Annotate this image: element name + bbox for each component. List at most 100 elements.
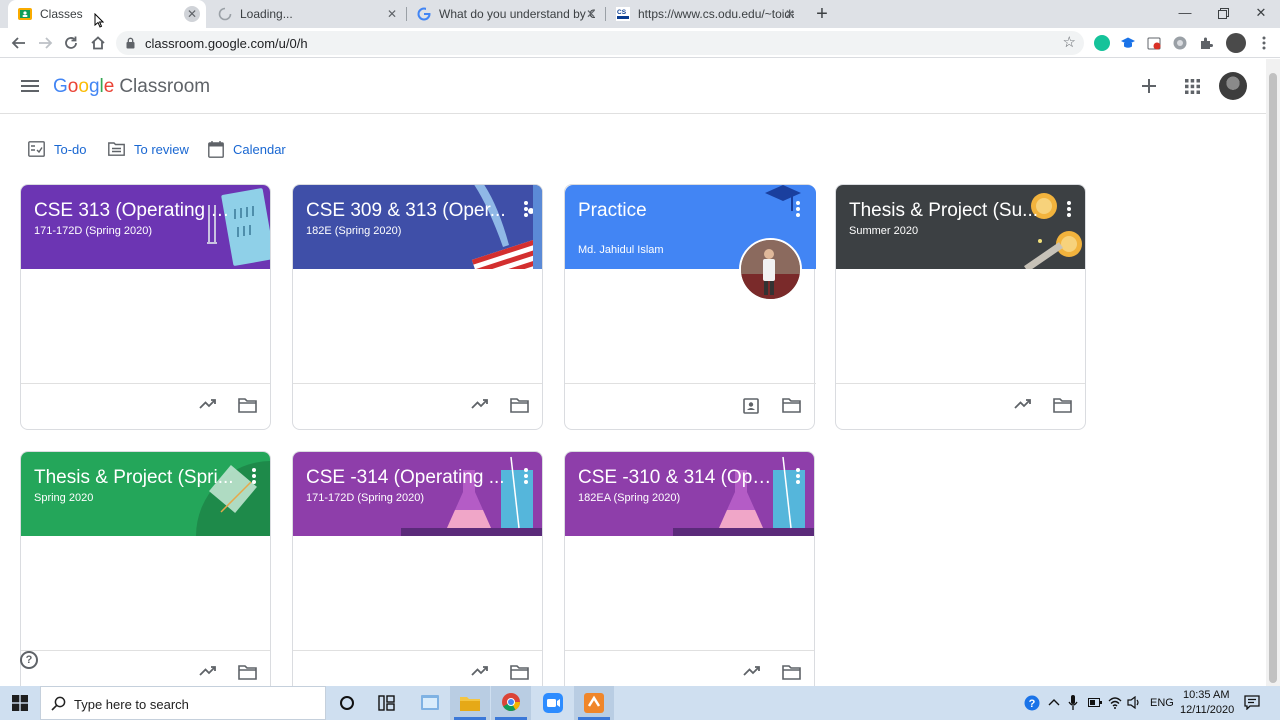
close-window-button[interactable]: ✕: [1242, 0, 1280, 28]
help-question-icon[interactable]: ?: [20, 651, 38, 669]
class-name[interactable]: Thesis & Project (Spri...: [34, 466, 234, 490]
reload-icon[interactable]: [60, 32, 82, 54]
restore-icon: [1217, 8, 1229, 19]
cortana-circle-icon[interactable]: [327, 686, 367, 720]
bookmark-star-icon[interactable]: ☆: [1063, 35, 1076, 51]
notification-center-icon[interactable]: [1244, 695, 1260, 710]
class-options-menu-icon[interactable]: [524, 468, 528, 484]
back-arrow-icon[interactable]: [8, 32, 30, 54]
class-card-banner[interactable]: Thesis & Project (Spri... Spring 2020: [21, 452, 270, 536]
app-window-icon[interactable]: [410, 686, 450, 720]
volume-icon[interactable]: [1127, 696, 1141, 709]
wifi-icon[interactable]: [1108, 696, 1122, 709]
gradebook-trending-icon[interactable]: [743, 665, 761, 677]
class-drive-folder-icon[interactable]: [238, 398, 257, 413]
class-name[interactable]: CSE 309 & 313 (Oper...: [306, 199, 506, 223]
restore-window-button[interactable]: [1204, 0, 1242, 28]
microphone-icon[interactable]: [1068, 695, 1078, 711]
clock-date[interactable]: 12/11/2020: [1180, 704, 1234, 716]
class-options-menu-icon[interactable]: [252, 468, 256, 484]
page-scrollbar[interactable]: [1266, 59, 1280, 686]
class-drive-folder-icon[interactable]: [782, 398, 801, 413]
close-tab-icon[interactable]: ✕: [782, 6, 798, 22]
gradebook-trending-icon[interactable]: [471, 398, 489, 410]
class-card[interactable]: Practice Md. Jahidul Islam: [564, 184, 816, 430]
orange-app-icon[interactable]: [574, 686, 614, 720]
close-tab-icon[interactable]: ✕: [583, 6, 599, 22]
gradebook-trending-icon[interactable]: [471, 665, 489, 677]
file-explorer-icon[interactable]: [450, 686, 490, 720]
gradebook-trending-icon[interactable]: [199, 398, 217, 410]
extensions-puzzle-icon[interactable]: [1198, 35, 1214, 51]
profile-avatar[interactable]: [1226, 33, 1246, 53]
class-drive-folder-icon[interactable]: [1053, 398, 1072, 413]
chrome-browser-icon[interactable]: [491, 686, 531, 720]
class-name[interactable]: CSE -310 & 314 (Oper...: [578, 466, 778, 490]
class-options-menu-icon[interactable]: [524, 201, 528, 217]
language-indicator[interactable]: ENG: [1150, 697, 1174, 709]
taskbar-search-placeholder: Type here to search: [74, 697, 189, 712]
zoom-app-icon[interactable]: [533, 686, 573, 720]
class-section: Summer 2020: [849, 225, 919, 237]
windows-start-icon[interactable]: [12, 695, 28, 711]
forward-arrow-icon[interactable]: [34, 32, 56, 54]
class-name[interactable]: Thesis & Project (Su...: [849, 199, 1049, 223]
address-bar[interactable]: classroom.google.com/u/0/h ☆: [116, 31, 1084, 55]
class-options-menu-icon[interactable]: [796, 468, 800, 484]
browser-tab-loading[interactable]: Loading... ✕: [208, 0, 406, 28]
taskbar-search-box[interactable]: Type here to search: [40, 686, 326, 720]
class-teacher-name: Md. Jahidul Islam: [578, 244, 664, 256]
class-options-menu-icon[interactable]: [1067, 201, 1071, 217]
class-card-banner[interactable]: CSE -310 & 314 (Oper... 182EA (Spring 20…: [565, 452, 814, 536]
class-card[interactable]: CSE 313 (Operating S... 171-172D (Spring…: [20, 184, 271, 430]
class-drive-folder-icon[interactable]: [510, 398, 529, 413]
class-name[interactable]: CSE -314 (Operating ...: [306, 466, 506, 490]
battery-icon[interactable]: [1088, 698, 1102, 707]
gradebook-trending-icon[interactable]: [199, 665, 217, 677]
browser-tab-classes[interactable]: Classes ✕: [8, 0, 206, 28]
class-card-banner[interactable]: CSE -314 (Operating ... 171-172D (Spring…: [293, 452, 542, 536]
classroom-favicon-icon: [18, 8, 32, 20]
class-card[interactable]: Thesis & Project (Spri... Spring 2020: [20, 451, 271, 697]
create-join-class-plus-icon[interactable]: [1141, 78, 1157, 94]
show-hidden-icons-chevron-icon[interactable]: [1048, 697, 1060, 707]
browser-menu-icon[interactable]: [1256, 35, 1272, 51]
your-work-portrait-icon[interactable]: [743, 398, 759, 414]
class-name[interactable]: CSE 313 (Operating S...: [34, 199, 234, 223]
gradebook-trending-icon[interactable]: [1014, 398, 1032, 410]
class-card[interactable]: CSE 309 & 313 (Oper... 182E (Spring 2020…: [292, 184, 543, 430]
clock-time[interactable]: 10:35 AM: [1183, 689, 1229, 701]
calendar-extension-icon[interactable]: [1146, 35, 1162, 51]
grammarly-extension-icon[interactable]: [1094, 35, 1110, 51]
task-view-icon[interactable]: [366, 686, 406, 720]
class-card-banner[interactable]: CSE 313 (Operating S... 171-172D (Spring…: [21, 185, 270, 269]
google-classroom-logo[interactable]: Google Classroom: [53, 76, 210, 98]
nav-to-review-link[interactable]: To review: [108, 139, 189, 159]
account-avatar[interactable]: [1219, 72, 1247, 100]
class-drive-folder-icon[interactable]: [510, 665, 529, 680]
close-tab-icon[interactable]: ✕: [184, 6, 200, 22]
close-tab-icon[interactable]: ✕: [384, 6, 400, 22]
home-icon[interactable]: [87, 32, 109, 54]
nav-todo-link[interactable]: To-do: [28, 139, 87, 159]
class-card[interactable]: Thesis & Project (Su... Summer 2020: [835, 184, 1086, 430]
minimize-window-button[interactable]: —: [1166, 0, 1204, 28]
class-card[interactable]: CSE -310 & 314 (Oper... 182EA (Spring 20…: [564, 451, 815, 697]
graduation-cap-extension-icon[interactable]: [1120, 35, 1136, 51]
new-tab-button[interactable]: +: [812, 4, 832, 24]
google-apps-grid-icon[interactable]: [1185, 79, 1200, 94]
help-tray-icon[interactable]: ?: [1024, 695, 1040, 711]
class-drive-folder-icon[interactable]: [782, 665, 801, 680]
hamburger-menu-icon[interactable]: [21, 79, 39, 93]
browser-tab-odu[interactable]: CS https://www.cs.odu.edu/~toida/n ✕: [606, 0, 804, 28]
nav-calendar-link[interactable]: Calendar: [208, 139, 286, 159]
class-card-banner[interactable]: Thesis & Project (Su... Summer 2020: [836, 185, 1085, 269]
class-name[interactable]: Practice: [578, 199, 778, 223]
class-card-banner[interactable]: CSE 309 & 313 (Oper... 182E (Spring 2020…: [293, 185, 542, 269]
class-drive-folder-icon[interactable]: [238, 665, 257, 680]
globe-extension-icon[interactable]: [1172, 35, 1188, 51]
scrollbar-thumb[interactable]: [1269, 73, 1277, 683]
class-options-menu-icon[interactable]: [796, 201, 800, 217]
browser-tab-google-search[interactable]: What do you understand by Con ✕: [407, 0, 605, 28]
class-card[interactable]: CSE -314 (Operating ... 171-172D (Spring…: [292, 451, 543, 697]
